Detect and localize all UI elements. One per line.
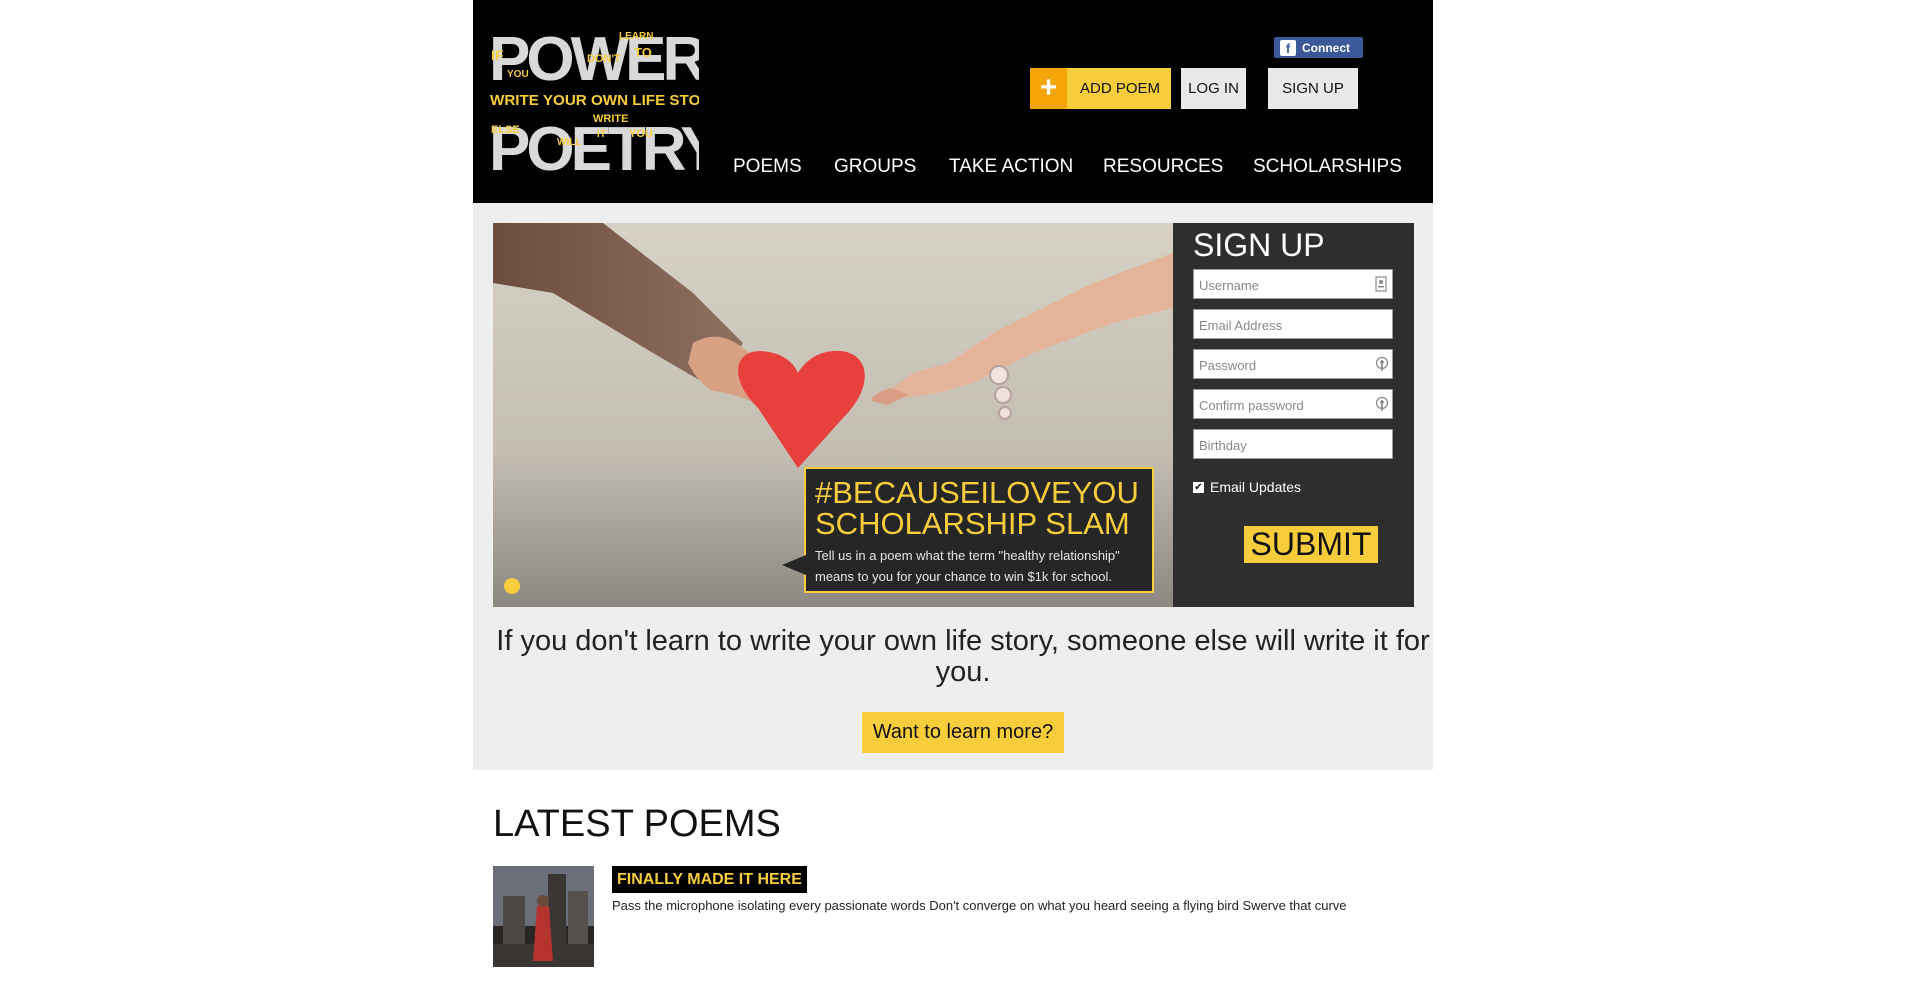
signup-panel: SIGN UP Username Email Address Birthday … bbox=[1173, 223, 1414, 607]
birthday-field[interactable] bbox=[1193, 429, 1393, 459]
svg-text:TO: TO bbox=[634, 45, 652, 60]
svg-text:DON'T: DON'T bbox=[587, 53, 621, 65]
svg-text:YOU: YOU bbox=[507, 69, 529, 80]
add-poem-label: ADD POEM bbox=[1080, 80, 1161, 97]
hero-title-line1: #BECAUSEILOVEYOU bbox=[815, 475, 1139, 510]
nav-take-action[interactable]: TAKE ACTION bbox=[949, 156, 1073, 178]
svg-text:YOU: YOU bbox=[629, 128, 653, 140]
facebook-icon: f bbox=[1280, 39, 1296, 56]
hero-slideshow[interactable]: #BECAUSEILOVEYOU SCHOLARSHIP SLAM Tell u… bbox=[493, 223, 1173, 607]
email-updates-checkbox[interactable]: ✔ bbox=[1193, 481, 1204, 493]
email-input[interactable] bbox=[1197, 311, 1371, 339]
add-poem-button[interactable]: + ADD POEM bbox=[1030, 68, 1171, 109]
email-updates-label: Email Updates bbox=[1210, 479, 1302, 495]
poem-thumbnail[interactable] bbox=[493, 866, 594, 967]
hero-desc-line2: means to you for your chance to win $1k … bbox=[815, 569, 1112, 584]
login-label: LOG IN bbox=[1188, 80, 1239, 97]
svg-text:IT: IT bbox=[597, 129, 606, 140]
login-button[interactable]: LOG IN bbox=[1181, 68, 1246, 109]
svg-text:WRITE YOUR OWN LIFE STORY: WRITE YOUR OWN LIFE STORY bbox=[490, 92, 699, 109]
slide-indicator-dot[interactable] bbox=[504, 578, 520, 594]
learn-more-button[interactable]: Want to learn more? bbox=[862, 712, 1064, 753]
hero-band: #BECAUSEILOVEYOU SCHOLARSHIP SLAM Tell u… bbox=[473, 203, 1433, 770]
caption-pointer bbox=[782, 555, 806, 575]
learn-more-label: Want to learn more? bbox=[872, 721, 1054, 743]
poem-excerpt: Pass the microphone isolating every pass… bbox=[612, 898, 1347, 913]
svg-text:WILL: WILL bbox=[557, 137, 581, 148]
power-poetry-logo[interactable]: POWER POETRY IF DON'T TO LEARN YOU ELSE … bbox=[489, 25, 699, 175]
id-card-icon bbox=[1375, 276, 1387, 292]
svg-text:LEARN: LEARN bbox=[619, 31, 653, 42]
birthday-input[interactable] bbox=[1197, 431, 1371, 459]
facebook-connect-button[interactable]: f Connect bbox=[1274, 37, 1363, 58]
nav-poems[interactable]: POEMS bbox=[733, 156, 802, 178]
email-updates-option[interactable]: ✔ Email Updates bbox=[1193, 479, 1301, 495]
submit-button[interactable]: SUBMIT bbox=[1244, 526, 1378, 563]
hero-caption[interactable]: #BECAUSEILOVEYOU SCHOLARSHIP SLAM Tell u… bbox=[782, 467, 1154, 593]
svg-text:IF: IF bbox=[491, 47, 504, 63]
email-field[interactable] bbox=[1193, 309, 1393, 339]
key-icon bbox=[1375, 356, 1389, 372]
confirm-password-field[interactable] bbox=[1193, 389, 1393, 419]
svg-text:WRITE: WRITE bbox=[593, 113, 628, 125]
signup-button[interactable]: SIGN UP bbox=[1268, 68, 1358, 109]
signup-label: SIGN UP bbox=[1282, 80, 1344, 97]
nav-resources[interactable]: RESOURCES bbox=[1103, 156, 1223, 178]
site-header: POWER POETRY IF DON'T TO LEARN YOU ELSE … bbox=[473, 0, 1433, 203]
confirm-password-input[interactable] bbox=[1197, 391, 1371, 419]
tagline: If you don't learn to write your own lif… bbox=[496, 625, 1430, 688]
nav-groups[interactable]: GROUPS bbox=[834, 156, 916, 178]
password-input[interactable] bbox=[1197, 351, 1371, 379]
key-icon bbox=[1375, 396, 1389, 412]
username-input[interactable] bbox=[1197, 271, 1371, 299]
submit-label: SUBMIT bbox=[1250, 526, 1372, 562]
poem-title-link[interactable]: FINALLY MADE IT HERE bbox=[612, 866, 807, 893]
username-field[interactable] bbox=[1193, 269, 1393, 299]
nav-scholarships[interactable]: SCHOLARSHIPS bbox=[1253, 156, 1402, 178]
hero-title-line2: SCHOLARSHIP SLAM bbox=[815, 506, 1130, 541]
facebook-connect-label: Connect bbox=[1302, 40, 1350, 55]
hero-desc-line1: Tell us in a poem what the term "healthy… bbox=[815, 548, 1120, 563]
plus-icon: + bbox=[1030, 68, 1067, 109]
latest-poems-heading: LATEST POEMS bbox=[493, 803, 781, 845]
hero-description: Tell us in a poem what the term "healthy… bbox=[815, 545, 1144, 587]
signup-heading: SIGN UP bbox=[1193, 227, 1325, 263]
password-field[interactable] bbox=[1193, 349, 1393, 379]
svg-text:ELSE: ELSE bbox=[491, 124, 520, 136]
